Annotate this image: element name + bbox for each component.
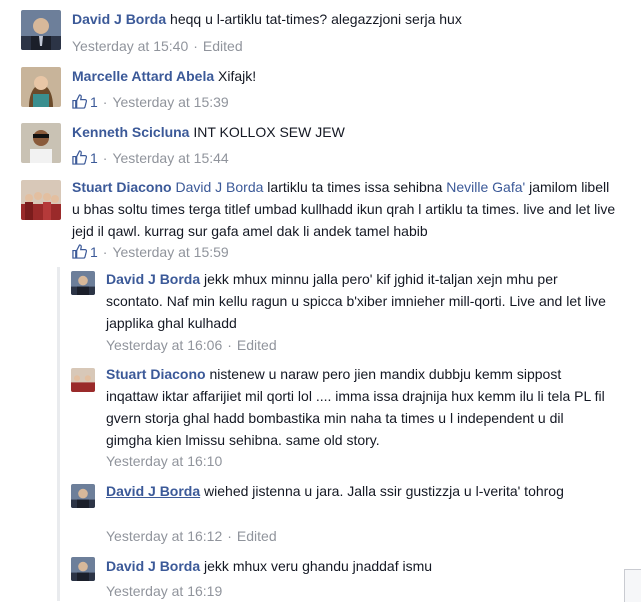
scrollbar-corner[interactable] <box>624 569 641 602</box>
reply-meta: Yesterday at 16:10 <box>106 452 222 470</box>
comment-text: lartiklu ta times issa sehibna <box>263 179 447 195</box>
meta-separator: · <box>227 337 232 353</box>
comment-meta: 1 · Yesterday at 15:44 <box>72 149 229 167</box>
comment-body: David J Borda heqq u l-artiklu tat-times… <box>72 8 632 30</box>
comment-author[interactable]: Marcelle Attard Abela <box>72 68 214 84</box>
comment-text: heqq u l-artiklu tat-times? alegazzjoni … <box>170 11 462 27</box>
comment-body: Stuart Diacono David J Borda lartiklu ta… <box>72 176 617 242</box>
reply-meta: Yesterday at 16:19 <box>106 582 222 600</box>
avatar[interactable] <box>21 180 61 220</box>
reply-meta: Yesterday at 16:06 · Edited <box>106 336 277 354</box>
comment-author[interactable]: Stuart Diacono <box>72 179 172 195</box>
meta-separator: · <box>193 38 198 54</box>
reply-timestamp[interactable]: Yesterday at 16:19 <box>106 583 222 599</box>
meta-separator: · <box>102 94 108 110</box>
meta-separator: · <box>227 528 232 544</box>
avatar[interactable] <box>21 67 61 107</box>
reply-body: David J Borda jekk mhux minnu jalla pero… <box>106 268 606 334</box>
comment-timestamp[interactable]: Yesterday at 15:39 <box>112 94 228 110</box>
comment-timestamp[interactable]: Yesterday at 15:44 <box>112 150 228 166</box>
meta-separator: · <box>102 150 108 166</box>
comment-meta: Yesterday at 15:40 · Edited <box>72 37 243 55</box>
meta-separator: · <box>102 244 108 260</box>
avatar[interactable] <box>21 10 61 50</box>
reply-author[interactable]: Stuart Diacono <box>106 366 206 382</box>
reply-text: jekk mhux veru ghandu jnaddaf ismu <box>200 558 433 574</box>
reply-timestamp[interactable]: Yesterday at 16:10 <box>106 453 222 469</box>
reply-body: David J Borda wiehed jistenna u jara. Ja… <box>106 480 606 502</box>
comment-timestamp[interactable]: Yesterday at 15:40 <box>72 38 188 54</box>
mention-link[interactable]: Neville Gafa' <box>446 179 525 195</box>
edited-label[interactable]: Edited <box>237 337 277 353</box>
comment-text: INT KOLLOX SEW JEW <box>193 124 345 140</box>
reply-author[interactable]: David J Borda <box>106 271 200 287</box>
reply-body: Stuart Diacono nistenew u naraw pero jie… <box>106 363 606 451</box>
comment-body: Marcelle Attard Abela Xifajk! <box>72 65 632 87</box>
comment-timestamp[interactable]: Yesterday at 15:59 <box>112 244 228 260</box>
comment-meta: 1 · Yesterday at 15:59 <box>72 243 229 261</box>
comment-text: Xifajk! <box>218 68 257 84</box>
comment-author[interactable]: Kenneth Scicluna <box>72 124 189 140</box>
mention-link[interactable]: David J Borda <box>175 179 263 195</box>
avatar[interactable] <box>71 484 95 508</box>
reply-timestamp[interactable]: Yesterday at 16:12 <box>106 528 222 544</box>
avatar[interactable] <box>71 271 95 295</box>
edited-label[interactable]: Edited <box>237 528 277 544</box>
comment-body: Kenneth Scicluna INT KOLLOX SEW JEW <box>72 121 632 143</box>
reply-timestamp[interactable]: Yesterday at 16:06 <box>106 337 222 353</box>
thumbs-up-icon[interactable] <box>72 244 87 259</box>
reply-text: wiehed jistenna u jara. Jalla ssir gusti… <box>200 483 564 499</box>
avatar[interactable] <box>71 557 95 581</box>
like-count[interactable]: 1 <box>90 244 98 260</box>
reply-body: David J Borda jekk mhux veru ghandu jnad… <box>106 555 606 577</box>
like-count[interactable]: 1 <box>90 150 98 166</box>
like-count[interactable]: 1 <box>90 94 98 110</box>
thumbs-up-icon[interactable] <box>72 94 87 109</box>
reply-thread-line <box>57 267 60 601</box>
reply-author[interactable]: David J Borda <box>106 483 200 499</box>
avatar[interactable] <box>71 368 95 392</box>
avatar[interactable] <box>21 123 61 163</box>
reply-author[interactable]: David J Borda <box>106 558 200 574</box>
comment-author[interactable]: David J Borda <box>72 11 166 27</box>
reply-meta: Yesterday at 16:12 · Edited <box>106 527 277 545</box>
comment-meta: 1 · Yesterday at 15:39 <box>72 93 229 111</box>
edited-label[interactable]: Edited <box>203 38 243 54</box>
thumbs-up-icon[interactable] <box>72 150 87 165</box>
